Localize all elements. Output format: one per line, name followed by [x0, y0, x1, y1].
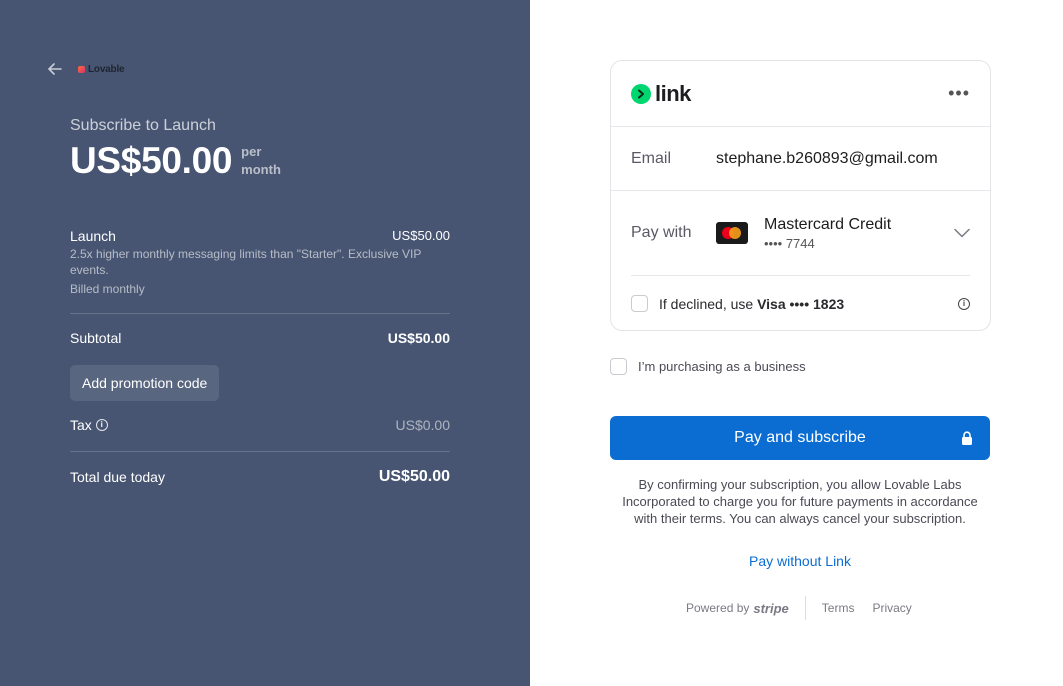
brand-name: Lovable: [88, 64, 125, 75]
price-period-unit: month: [241, 162, 281, 177]
total-label: Total due today: [70, 469, 165, 485]
more-dots-icon[interactable]: •••: [948, 83, 970, 104]
pay-button-label: Pay and subscribe: [734, 429, 866, 446]
divider: [70, 451, 450, 452]
divider: [804, 596, 806, 620]
link-wordmark: link: [655, 80, 691, 106]
divider: [70, 313, 450, 314]
privacy-link[interactable]: Privacy: [872, 601, 911, 615]
payment-panel: link ••• Email stephane.b260893@gmail.co…: [530, 0, 1063, 686]
subscribe-title: Subscribe to Launch: [70, 117, 216, 134]
card-name: Mastercard Credit: [764, 215, 892, 233]
line-item-description: 2.5x higher monthly messaging limits tha…: [70, 247, 422, 277]
pay-without-link[interactable]: Pay without Link: [610, 553, 990, 569]
total-value: US$50.00: [378, 468, 450, 485]
email-value: stephane.b260893@gmail.com: [716, 149, 938, 167]
email-label: Email: [631, 149, 672, 167]
link-logo: link: [631, 81, 691, 107]
subtotal-label: Subtotal: [70, 330, 122, 346]
stripe-logo[interactable]: stripe: [753, 601, 788, 616]
tax-label: Tax: [70, 417, 92, 433]
price-per: per: [241, 144, 262, 159]
back-arrow-icon[interactable]: [48, 62, 66, 78]
link-card: link ••• Email stephane.b260893@gmail.co…: [610, 60, 991, 331]
chevron-down-icon[interactable]: [954, 225, 970, 243]
link-header: link •••: [611, 61, 990, 127]
consent-text: By confirming your subscription, you all…: [622, 477, 978, 526]
pay-and-subscribe-button[interactable]: Pay and subscribe: [610, 416, 990, 460]
line-item-billing: Billed monthly: [70, 282, 145, 296]
link-chevron-icon: [631, 83, 651, 104]
total-row: Total due today US$50.00: [70, 468, 450, 486]
pay-with-row[interactable]: Pay with Mastercard Credit •••• 7744: [611, 191, 990, 275]
lock-icon: [961, 431, 973, 451]
email-row[interactable]: Email stephane.b260893@gmail.com: [611, 127, 990, 191]
fallback-card-checkbox[interactable]: [631, 295, 648, 312]
line-item: Launch US$50.00 2.5x higher monthly mess…: [70, 228, 450, 296]
tax-label-group: Tax i: [70, 417, 108, 433]
price-row: US$50.00 per month: [70, 140, 281, 182]
business-checkbox[interactable]: [610, 358, 627, 375]
lovable-heart-icon: [78, 66, 85, 73]
pay-with-label: Pay with: [631, 224, 692, 241]
info-icon[interactable]: i: [958, 297, 970, 310]
business-label: I’m purchasing as a business: [638, 359, 806, 374]
card-number: •••• 7744: [764, 235, 815, 251]
price-period: per month: [241, 143, 281, 179]
powered-by-text: Powered by: [686, 601, 750, 615]
add-promotion-code-button[interactable]: Add promotion code: [70, 365, 220, 401]
subtotal-row: Subtotal US$50.00: [70, 330, 450, 346]
fallback-card-name: Visa •••• 1823: [757, 295, 845, 312]
info-icon[interactable]: i: [95, 419, 108, 431]
line-item-name: Launch: [70, 228, 116, 244]
footer: Powered by stripe Terms Privacy: [686, 596, 912, 620]
tax-value: US$0.00: [395, 417, 450, 433]
card-details: Mastercard Credit •••• 7744: [764, 216, 891, 251]
price-amount: US$50.00: [70, 140, 233, 181]
fallback-card-text: If declined, use Visa •••• 1823: [659, 295, 845, 312]
line-item-price: US$50.00: [392, 228, 450, 243]
tax-row: Tax i US$0.00: [70, 417, 450, 433]
business-purchase-row: I’m purchasing as a business: [610, 358, 806, 375]
fallback-card-row: If declined, use Visa •••• 1823 i: [611, 276, 990, 331]
subtotal-value: US$50.00: [387, 330, 450, 346]
order-summary-panel: Lovable Subscribe to Launch US$50.00 per…: [0, 0, 530, 686]
brand-logo[interactable]: Lovable: [78, 64, 125, 75]
mastercard-icon: [716, 222, 748, 244]
terms-link[interactable]: Terms: [822, 601, 855, 615]
